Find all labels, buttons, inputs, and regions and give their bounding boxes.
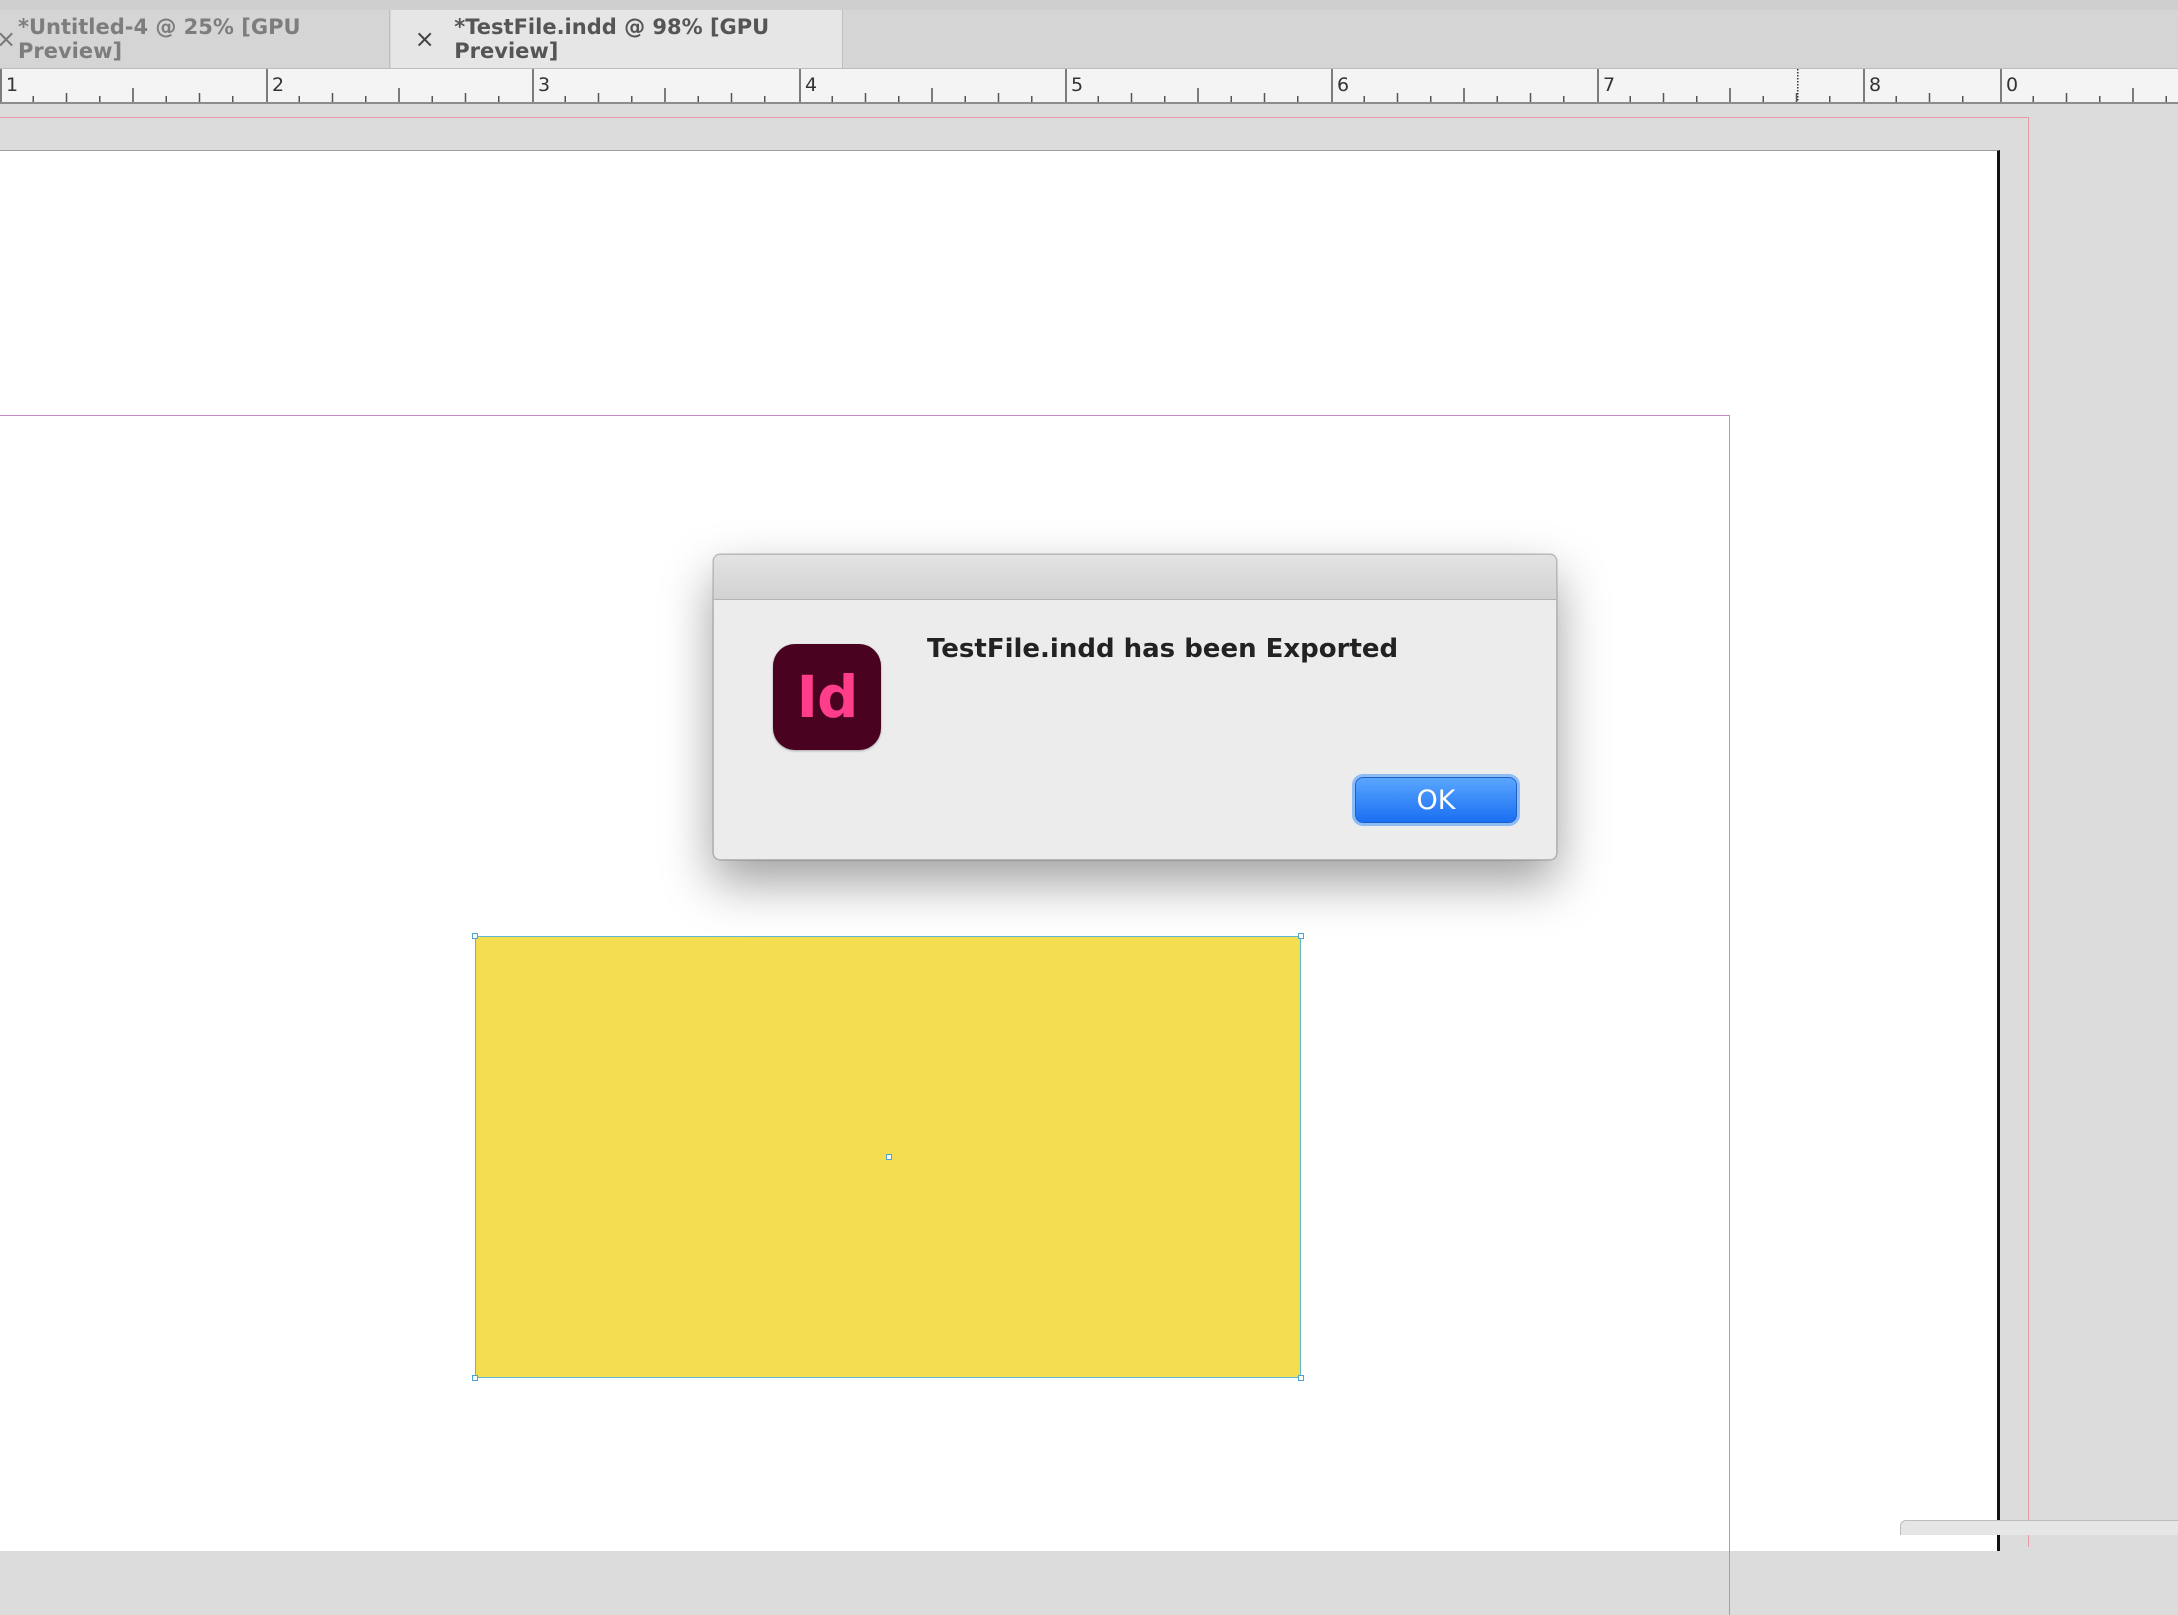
ruler-label: 0 (2006, 74, 2018, 96)
bleed-guide-top (0, 117, 2029, 118)
margin-guide-top (0, 415, 1730, 416)
ruler-cursor-marker (1797, 75, 1799, 77)
close-icon[interactable]: × (411, 25, 438, 53)
ruler-cursor-marker (1797, 84, 1799, 86)
ruler-label: 6 (1337, 74, 1349, 96)
export-alert-dialog: Id TestFile.indd has been Exported OK (713, 554, 1557, 860)
dialog-message: TestFile.indd has been Exported (927, 634, 1399, 664)
ruler-label: 7 (1603, 74, 1615, 96)
dialog-titlebar[interactable] (714, 555, 1556, 600)
horizontal-ruler[interactable]: 1 2 3 4 5 6 7 8 0 (0, 69, 2178, 104)
tab-untitled-4[interactable]: × *Untitled-4 @ 25% [GPU Preview] (0, 10, 390, 68)
bleed-guide-right (2028, 117, 2029, 1547)
document-tab-bar: × *Untitled-4 @ 25% [GPU Preview] × *Tes… (0, 10, 2178, 69)
ok-button[interactable]: OK (1355, 777, 1517, 823)
ruler-cursor-marker (1797, 96, 1799, 98)
tab-label: *Untitled-4 @ 25% [GPU Preview] (18, 15, 301, 63)
center-point-handle[interactable] (886, 1154, 892, 1160)
ruler-label: 2 (272, 74, 284, 96)
ruler-cursor-marker (1797, 93, 1799, 95)
yellow-rectangle[interactable] (472, 933, 1304, 1381)
ruler-ticks: 1 2 3 4 5 6 7 8 0 (0, 69, 2167, 102)
ruler-label: 5 (1071, 74, 1083, 96)
resize-handle-bottom-left[interactable] (472, 1375, 478, 1381)
ruler-cursor-marker (1797, 69, 1799, 71)
ruler-cursor-marker (1797, 78, 1799, 80)
tab-label: *TestFile.indd @ 98% [GPU Preview] (454, 15, 770, 63)
resize-handle-top-right[interactable] (1298, 933, 1304, 939)
margin-guide-right (1729, 415, 1730, 1615)
collapsed-panel-edge[interactable] (1900, 1520, 2178, 1535)
ruler-label: 1 (6, 74, 18, 96)
resize-handle-top-left[interactable] (472, 933, 478, 939)
ruler-label: 3 (538, 74, 550, 96)
ruler-label: 8 (1869, 74, 1881, 96)
ruler-cursor-marker (1797, 99, 1799, 101)
ruler-cursor-marker (1797, 90, 1799, 92)
close-icon[interactable]: × (0, 25, 16, 53)
ruler-cursor-marker (1797, 87, 1799, 89)
ruler-label: 4 (805, 74, 817, 96)
indesign-app-icon: Id (773, 644, 881, 750)
tab-testfile[interactable]: × *TestFile.indd @ 98% [GPU Preview] (391, 10, 843, 68)
app-icon-label: Id (796, 663, 858, 731)
ruler-cursor-marker (1797, 72, 1799, 74)
ruler-cursor-marker (1797, 81, 1799, 83)
resize-handle-bottom-right[interactable] (1298, 1375, 1304, 1381)
